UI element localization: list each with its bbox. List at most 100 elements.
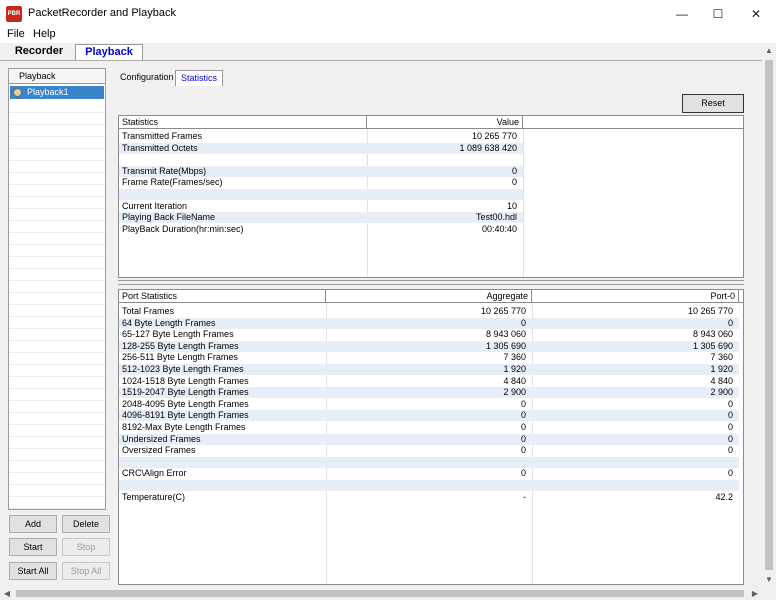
stats-value-cell: 1 089 638 420 <box>459 142 517 153</box>
aggregate-value-cell: 4 840 <box>503 375 526 386</box>
column-header-value[interactable]: Value <box>367 116 523 129</box>
tab-configuration[interactable]: Configuration <box>115 70 179 86</box>
stats-value-cell: 10 265 770 <box>471 131 517 141</box>
horizontal-scrollbar[interactable]: ◀ ▶ <box>0 587 776 600</box>
list-item-label: Playback1 <box>27 87 69 97</box>
aggregate-value-cell: 0 <box>520 398 526 409</box>
port-label-cell <box>122 480 322 491</box>
port-label-cell: Total Frames <box>122 306 175 316</box>
tab-statistics[interactable]: Statistics <box>175 70 224 86</box>
stats-label-cell <box>122 154 362 165</box>
stats-label-cell: Playing Back FileName <box>122 212 216 223</box>
aggregate-value-cell: - <box>523 491 526 502</box>
aggregate-value-cell: 2 900 <box>503 387 526 398</box>
stats-label-cell <box>122 189 362 200</box>
stats-label-cell: PlayBack Duration(hr:min:sec) <box>122 223 244 234</box>
port0-value-cell: 8 943 060 <box>692 329 733 340</box>
playback-status-icon <box>13 88 22 97</box>
stats-label-cell: Current Iteration <box>122 200 188 211</box>
port0-value-cell <box>534 457 733 468</box>
port0-value-cell: 0 <box>727 468 733 479</box>
tab-playback[interactable]: Playback <box>75 44 143 60</box>
tab-divider <box>0 60 764 61</box>
vertical-scroll-thumb[interactable] <box>765 60 773 570</box>
port-label-cell: CRC\Align Error <box>122 468 187 479</box>
aggregate-value-cell: 0 <box>520 317 526 328</box>
menu-help[interactable]: Help <box>33 28 56 41</box>
stats-value-cell: 10 <box>506 200 517 211</box>
scroll-left-icon[interactable]: ◀ <box>0 587 14 600</box>
port0-value-cell: 0 <box>727 433 733 444</box>
playback-list[interactable]: Playback Playback1 <box>8 68 106 510</box>
port-label-cell: 1024-1518 Byte Length Frames <box>122 375 249 386</box>
aggregate-value-cell: 10 265 770 <box>480 306 526 316</box>
port-label-cell: Oversized Frames <box>122 445 196 456</box>
column-header-statistics[interactable]: Statistics <box>119 116 367 129</box>
tab-recorder[interactable]: Recorder <box>4 44 74 60</box>
port-statistics-table[interactable]: Port Statistics Aggregate Port-0 Total F… <box>118 289 744 585</box>
maximize-icon[interactable]: ☐ <box>699 0 737 28</box>
stats-value-cell: Test00.hdl <box>475 212 517 223</box>
vertical-scrollbar[interactable]: ▲ ▼ <box>762 44 776 587</box>
scroll-up-icon[interactable]: ▲ <box>762 44 776 58</box>
close-icon[interactable]: ✕ <box>737 0 775 28</box>
column-header-port-0[interactable]: Port-0 <box>532 290 739 303</box>
port-label-cell: 128-255 Byte Length Frames <box>122 340 239 351</box>
stats-label-cell: Frame Rate(Frames/sec) <box>122 177 223 188</box>
menu-file[interactable]: File <box>7 28 25 41</box>
start-all-button[interactable]: Start All <box>9 562 57 580</box>
stats-label-cell: Transmitted Octets <box>122 142 198 153</box>
port-label-cell: 1519-2047 Byte Length Frames <box>122 387 249 398</box>
port0-value-cell: 7 360 <box>710 352 733 363</box>
port0-value-cell: 4 840 <box>710 375 733 386</box>
port0-value-cell <box>534 480 733 491</box>
reset-button[interactable]: Reset <box>682 94 744 113</box>
column-header-aggregate[interactable]: Aggregate <box>326 290 532 303</box>
stop-button[interactable]: Stop <box>62 538 110 556</box>
port-label-cell: 256-511 Byte Length Frames <box>122 352 238 363</box>
stats-label-cell: Transmit Rate(Mbps) <box>122 165 207 176</box>
add-button[interactable]: Add <box>9 515 57 533</box>
statistics-table[interactable]: Statistics Value Transmitted Frames 10 26… <box>118 115 744 278</box>
port-label-cell: Temperature(C) <box>122 491 186 502</box>
splitter[interactable] <box>118 280 744 285</box>
stats-value-cell <box>369 189 517 200</box>
playback-list-header: Playback <box>9 69 105 84</box>
aggregate-value-cell <box>328 457 526 468</box>
port0-value-cell: 2 900 <box>710 387 733 398</box>
aggregate-value-cell: 7 360 <box>503 352 526 363</box>
aggregate-value-cell: 0 <box>520 468 526 479</box>
port0-value-cell: 0 <box>727 398 733 409</box>
aggregate-value-cell: 0 <box>520 422 526 432</box>
app-icon: PBR <box>6 6 22 22</box>
horizontal-scroll-thumb[interactable] <box>16 590 744 597</box>
port-label-cell: 2048-4095 Byte Length Frames <box>122 398 249 409</box>
port0-value-cell: 1 920 <box>710 364 733 374</box>
stats-value-cell <box>369 154 517 165</box>
window-title: PacketRecorder and Playback <box>28 7 176 19</box>
start-button[interactable]: Start <box>9 538 57 556</box>
port0-value-cell: 0 <box>727 410 733 421</box>
port0-value-cell: 0 <box>727 317 733 328</box>
minimize-icon[interactable]: — <box>663 0 701 28</box>
port-label-cell: 512-1023 Byte Length Frames <box>122 364 244 374</box>
column-header-port-statistics[interactable]: Port Statistics <box>119 290 326 303</box>
port0-value-cell: 1 305 690 <box>692 340 733 351</box>
delete-button[interactable]: Delete <box>62 515 110 533</box>
port-label-cell: 4096-8191 Byte Length Frames <box>122 410 249 421</box>
port0-value-cell: 0 <box>727 445 733 456</box>
stats-value-cell: 0 <box>511 165 517 176</box>
port-label-cell <box>122 457 322 468</box>
stop-all-button[interactable]: Stop All <box>62 562 110 580</box>
list-item-playback1[interactable]: Playback1 <box>10 86 104 99</box>
menu-bar: File Help <box>0 28 776 43</box>
aggregate-value-cell: 8 943 060 <box>485 329 526 340</box>
port-label-cell: 65-127 Byte Length Frames <box>122 329 234 340</box>
title-bar: PBR PacketRecorder and Playback — ☐ ✕ <box>0 0 776 28</box>
port0-value-cell: 42.2 <box>715 491 733 502</box>
port-label-cell: 8192-Max Byte Length Frames <box>122 422 246 432</box>
scroll-right-icon[interactable]: ▶ <box>748 587 762 600</box>
scroll-down-icon[interactable]: ▼ <box>762 573 776 587</box>
aggregate-value-cell: 0 <box>520 433 526 444</box>
port0-value-cell: 10 265 770 <box>687 306 733 316</box>
